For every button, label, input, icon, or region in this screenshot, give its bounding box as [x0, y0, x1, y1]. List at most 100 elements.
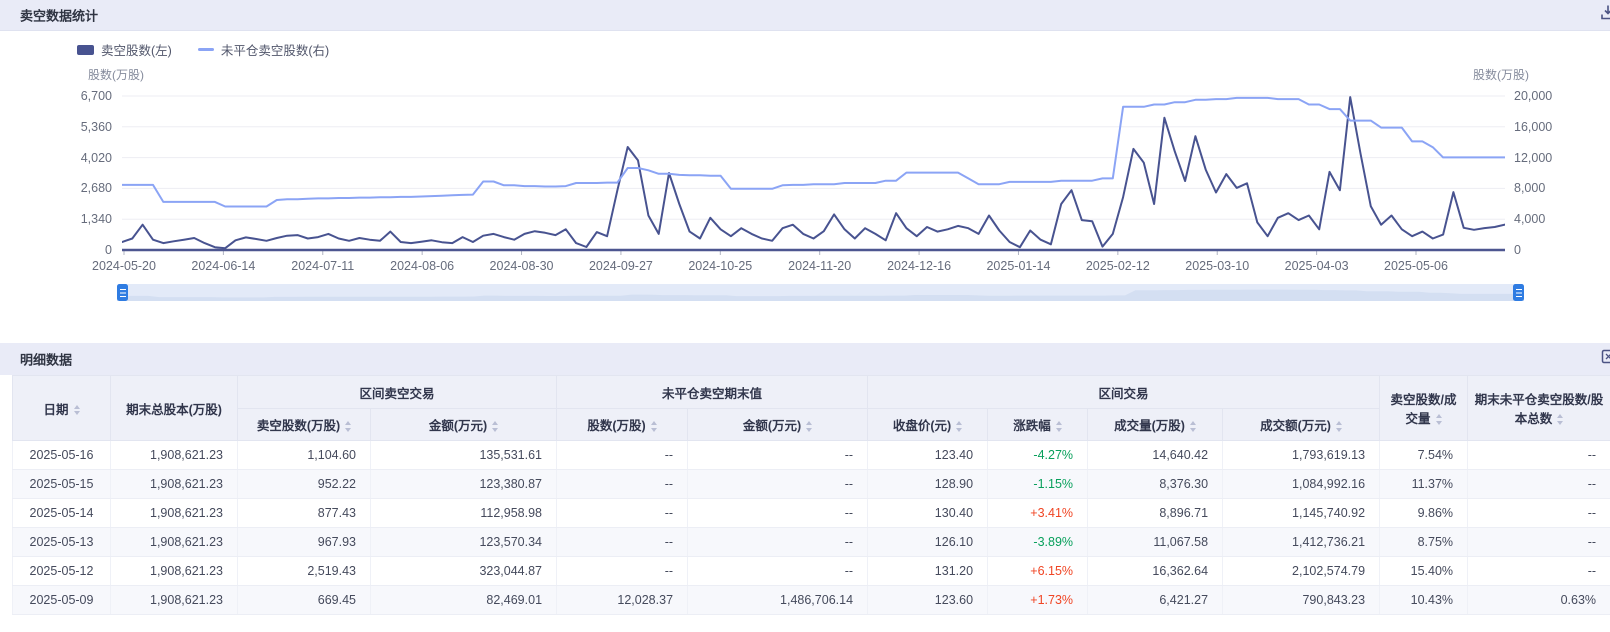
cell-change: +3.41%: [988, 499, 1088, 528]
col-header-open-shares[interactable]: 股数(万股): [557, 409, 688, 441]
cell-short-amount: 323,044.87: [371, 557, 557, 586]
cell-open-capital-ratio: --: [1468, 470, 1610, 499]
y-axis-label-left: 5,360: [42, 119, 112, 135]
sort-icon[interactable]: [1557, 414, 1563, 425]
cell-short-shares: 967.93: [238, 528, 371, 557]
datazoom-slider-track[interactable]: [117, 284, 1524, 301]
table-panel-title: 明细数据: [20, 350, 72, 369]
cell-short-vol-ratio: 11.37%: [1380, 470, 1468, 499]
sort-icon[interactable]: [956, 421, 962, 432]
cell-close: 130.40: [868, 499, 988, 528]
col-header-open-capital-ratio[interactable]: 期末未平仓卖空股数/股本总数: [1468, 376, 1610, 441]
cell-close: 123.40: [868, 441, 988, 470]
y-axis-label-left: 1,340: [42, 211, 112, 227]
cell-change: +6.15%: [988, 557, 1088, 586]
cell-short-amount: 123,570.34: [371, 528, 557, 557]
col-header-turnover[interactable]: 成交额(万元): [1223, 409, 1380, 441]
legend-label: 未平仓卖空股数(右): [221, 40, 329, 59]
cell-short-vol-ratio: 10.43%: [1380, 586, 1468, 615]
cell-short-vol-ratio: 15.40%: [1380, 557, 1468, 586]
cell-short-amount: 82,469.01: [371, 586, 557, 615]
col-header-short-amount[interactable]: 金额(万元): [371, 409, 557, 441]
sort-icon[interactable]: [492, 421, 498, 432]
legend-label: 卖空股数(左): [101, 40, 172, 59]
legend-line-marker: [198, 48, 214, 52]
cell-capital: 1,908,621.23: [111, 557, 238, 586]
col-header-close[interactable]: 收盘价(元): [868, 409, 988, 441]
sort-icon[interactable]: [1056, 421, 1062, 432]
cell-short-amount: 112,958.98: [371, 499, 557, 528]
cell-short-shares: 2,519.43: [238, 557, 371, 586]
x-axis-label: 2024-09-27: [575, 259, 667, 273]
table-row: 2025-05-121,908,621.232,519.43323,044.87…: [13, 557, 1610, 586]
y-axis-label-left: 4,020: [42, 150, 112, 166]
table-row: 2025-05-151,908,621.23952.22123,380.87--…: [13, 470, 1610, 499]
col-header-short-vol-ratio[interactable]: 卖空股数/成交量: [1380, 376, 1468, 441]
chart-panel-title: 卖空数据统计: [20, 6, 98, 25]
chart-panel-header: 卖空数据统计: [0, 0, 1610, 31]
legend-item-open-short-shares[interactable]: 未平仓卖空股数(右): [198, 40, 329, 59]
y-axis-label-left: 0: [42, 242, 112, 258]
cell-close: 131.20: [868, 557, 988, 586]
col-header-date[interactable]: 日期: [13, 376, 111, 441]
cell-open-capital-ratio: --: [1468, 441, 1610, 470]
cell-turnover: 1,412,736.21: [1223, 528, 1380, 557]
datazoom-silhouette: [117, 284, 1524, 301]
x-axis-label: 2024-10-25: [674, 259, 766, 273]
sort-icon[interactable]: [651, 421, 657, 432]
col-header-change[interactable]: 涨跌幅: [988, 409, 1088, 441]
download-icon[interactable]: [1600, 5, 1610, 26]
legend-item-short-shares[interactable]: 卖空股数(左): [77, 40, 172, 59]
col-header-volume[interactable]: 成交量(万股): [1088, 409, 1223, 441]
x-axis-label: 2024-08-30: [476, 259, 568, 273]
export-icon[interactable]: [1601, 349, 1610, 369]
y-axis-label-left: 2,680: [42, 180, 112, 196]
sort-icon[interactable]: [1190, 421, 1196, 432]
cell-change: -4.27%: [988, 441, 1088, 470]
cell-open-capital-ratio: --: [1468, 557, 1610, 586]
cell-capital: 1,908,621.23: [111, 441, 238, 470]
table-row: 2025-05-131,908,621.23967.93123,570.34--…: [13, 528, 1610, 557]
col-header-open-amount[interactable]: 金额(万元): [688, 409, 868, 441]
cell-turnover: 1,793,619.13: [1223, 441, 1380, 470]
table-row: 2025-05-141,908,621.23877.43112,958.98--…: [13, 499, 1610, 528]
table-row: 2025-05-091,908,621.23669.4582,469.0112,…: [13, 586, 1610, 615]
cell-capital: 1,908,621.23: [111, 586, 238, 615]
cell-open-shares: 12,028.37: [557, 586, 688, 615]
group-header-range-trade: 区间交易: [868, 376, 1380, 409]
cell-open-shares: --: [557, 528, 688, 557]
table-row: 2025-05-161,908,621.231,104.60135,531.61…: [13, 441, 1610, 470]
col-header-capital: 期末总股本(万股): [111, 376, 238, 441]
cell-open-capital-ratio: --: [1468, 528, 1610, 557]
cell-open-capital-ratio: 0.63%: [1468, 586, 1610, 615]
cell-short-shares: 669.45: [238, 586, 371, 615]
cell-open-amount: 1,486,706.14: [688, 586, 868, 615]
cell-change: -1.15%: [988, 470, 1088, 499]
x-axis-label: 2024-05-20: [78, 259, 170, 273]
sort-icon[interactable]: [1436, 414, 1442, 425]
cell-open-shares: --: [557, 441, 688, 470]
sort-icon[interactable]: [806, 421, 812, 432]
sort-icon[interactable]: [345, 421, 351, 432]
cell-change: +1.73%: [988, 586, 1088, 615]
series-short-shares: [122, 97, 1505, 248]
col-header-short-shares[interactable]: 卖空股数(万股): [238, 409, 371, 441]
x-axis-label: 2025-03-10: [1171, 259, 1263, 273]
sort-icon[interactable]: [74, 405, 80, 416]
x-axis-label: 2024-08-06: [376, 259, 468, 273]
datazoom-left-handle[interactable]: [117, 284, 128, 301]
left-axis-title: 股数(万股): [88, 66, 144, 83]
cell-open-amount: --: [688, 557, 868, 586]
cell-close: 128.90: [868, 470, 988, 499]
cell-volume: 8,896.71: [1088, 499, 1223, 528]
cell-open-amount: --: [688, 528, 868, 557]
datazoom-right-handle[interactable]: [1513, 284, 1524, 301]
x-axis-label: 2024-12-16: [873, 259, 965, 273]
group-header-open-short: 未平仓卖空期末值: [557, 376, 868, 409]
cell-open-shares: --: [557, 557, 688, 586]
x-axis-label: 2024-11-20: [774, 259, 866, 273]
x-axis-label: 2025-02-12: [1072, 259, 1164, 273]
sort-icon[interactable]: [1336, 421, 1342, 432]
short-selling-dashboard: 卖空数据统计 卖空股数(左) 未平仓卖空股数(右) 股数(万股) 股数(万股) …: [0, 0, 1610, 632]
cell-volume: 8,376.30: [1088, 470, 1223, 499]
